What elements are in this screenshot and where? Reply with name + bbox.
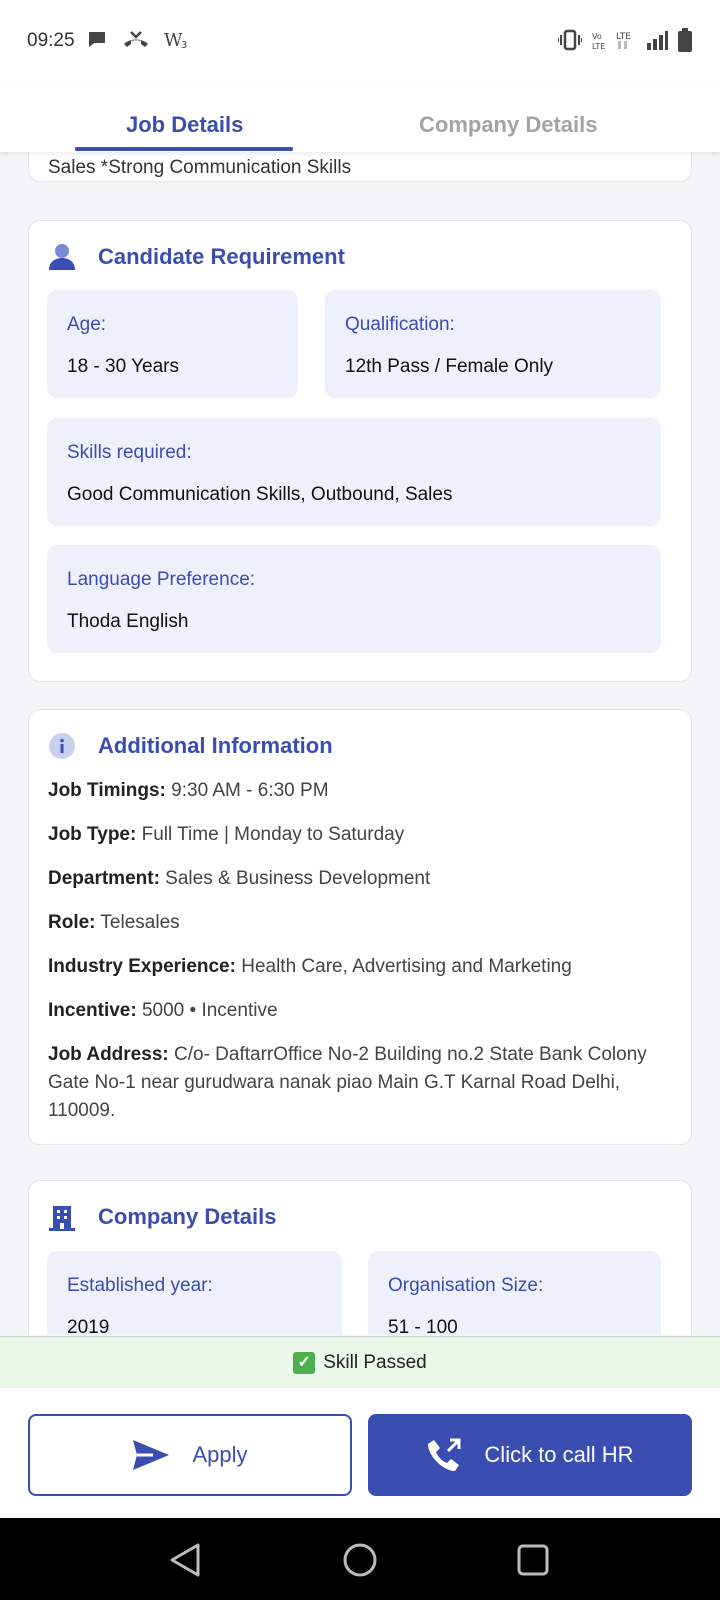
status-time: 09:25 bbox=[27, 30, 75, 51]
additional-information-card: Additional Information Job Timings: 9:30… bbox=[28, 709, 692, 1145]
skills-box: Skills required: Good Communication Skil… bbox=[47, 418, 661, 526]
language-value: Thoda English bbox=[67, 611, 189, 632]
skill-status-text: Skill Passed bbox=[323, 1351, 427, 1373]
age-label: Age: bbox=[67, 314, 107, 335]
svg-text:LTE: LTE bbox=[616, 32, 631, 42]
skill-status-bar: ✓ Skill Passed bbox=[0, 1336, 720, 1388]
status-bar: 09:25 W3 Vo LTE LTE bbox=[0, 0, 720, 84]
skills-value: Good Communication Skills, Outbound, Sal… bbox=[67, 484, 453, 505]
industry-experience: Industry Experience: Health Care, Advert… bbox=[48, 956, 572, 977]
check-mark-icon: ✓ bbox=[293, 1351, 316, 1374]
company-details-card: Company Details Established year: 2019 O… bbox=[28, 1180, 692, 1335]
svg-text:LTE: LTE bbox=[592, 42, 605, 51]
home-icon[interactable] bbox=[342, 1542, 378, 1578]
established-year-label: Established year: bbox=[67, 1275, 213, 1296]
building-icon bbox=[49, 1206, 75, 1231]
established-year-value: 2019 bbox=[67, 1317, 110, 1335]
apply-button[interactable]: Apply bbox=[28, 1414, 352, 1496]
svg-text:3: 3 bbox=[181, 40, 187, 50]
back-icon[interactable] bbox=[168, 1542, 202, 1578]
qualification-box: Qualification: 12th Pass / Female Only bbox=[325, 290, 661, 398]
person-icon bbox=[49, 244, 75, 270]
action-buttons: Apply Click to call HR bbox=[0, 1388, 720, 1518]
call-hr-button-label: Click to call HR bbox=[484, 1442, 634, 1467]
apply-button-label: Apply bbox=[192, 1442, 248, 1467]
svg-text:Vo: Vo bbox=[592, 32, 602, 41]
job-description-text: Sales *Strong Communication Skills bbox=[48, 157, 352, 178]
age-box: Age: 18 - 30 Years bbox=[47, 290, 298, 398]
skills-label: Skills required: bbox=[67, 442, 192, 463]
job-type: Job Type: Full Time | Monday to Saturday bbox=[48, 824, 405, 845]
language-box: Language Preference: Thoda English bbox=[47, 545, 661, 653]
signal-icon bbox=[647, 31, 668, 50]
role: Role: Telesales bbox=[48, 912, 180, 933]
recents-icon[interactable] bbox=[516, 1542, 550, 1578]
navigation-bar bbox=[0, 1518, 720, 1600]
organisation-size-box: Organisation Size: 51 - 100 bbox=[368, 1251, 661, 1335]
tab-job-details[interactable]: Job Details bbox=[126, 112, 243, 138]
chat-icon bbox=[89, 32, 105, 47]
battery-icon bbox=[678, 28, 692, 52]
additional-information-title: Additional Information bbox=[98, 733, 333, 758]
phone-call-icon bbox=[428, 1438, 461, 1471]
active-tab-indicator bbox=[75, 147, 293, 151]
organisation-size-value: 51 - 100 bbox=[388, 1317, 458, 1335]
send-icon bbox=[133, 1440, 170, 1470]
qualification-value: 12th Pass / Female Only bbox=[345, 356, 554, 377]
job-timings: Job Timings: 9:30 AM - 6:30 PM bbox=[48, 780, 329, 801]
tab-bar: Job Details Company Details bbox=[0, 84, 720, 152]
language-label: Language Preference: bbox=[67, 569, 256, 590]
established-year-box: Established year: 2019 bbox=[47, 1251, 342, 1335]
company-details-title: Company Details bbox=[98, 1204, 277, 1229]
tab-company-details[interactable]: Company Details bbox=[419, 112, 598, 138]
volte-icon: VoLTE bbox=[592, 32, 605, 51]
incentive: Incentive: 5000 • Incentive bbox=[48, 1000, 278, 1021]
lte-icon: LTE bbox=[616, 32, 631, 49]
missed-call-icon bbox=[124, 31, 148, 47]
wifi-calling-icon: W3 bbox=[164, 30, 187, 50]
organisation-size-label: Organisation Size: bbox=[388, 1275, 544, 1296]
qualification-label: Qualification: bbox=[345, 314, 455, 335]
info-icon bbox=[49, 733, 75, 759]
job-details-content[interactable]: Sales *Strong Communication Skills Candi… bbox=[0, 152, 720, 1335]
candidate-requirement-title: Candidate Requirement bbox=[98, 244, 345, 269]
candidate-requirement-card: Candidate Requirement Age: 18 - 30 Years… bbox=[28, 220, 692, 682]
vibrate-icon bbox=[558, 29, 582, 51]
job-description-card: Sales *Strong Communication Skills bbox=[28, 152, 692, 182]
department: Department: Sales & Business Development bbox=[48, 868, 431, 889]
age-value: 18 - 30 Years bbox=[67, 356, 179, 377]
job-address: Job Address: C/o- DaftarrOffice No-2 Bui… bbox=[48, 1044, 647, 1121]
call-hr-button[interactable]: Click to call HR bbox=[368, 1414, 692, 1496]
